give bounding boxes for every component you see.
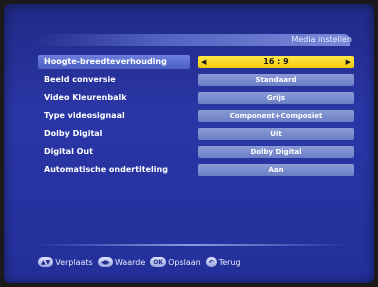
hint-back: ↶ Terug [205,257,241,267]
hint-move: ▲▼ Verplaats [38,257,93,267]
menu-label: Type videosignaal [44,111,125,120]
menu-label: Dolby Digital [44,129,103,138]
arrow-right-icon[interactable]: ▶ [346,56,351,68]
updown-key-icon: ▲▼ [38,257,54,267]
menu-label: Beeld conversie [44,75,116,84]
hint-save: OK Opslaan [150,257,201,267]
hint-label: Opslaan [168,257,201,267]
footer-divider [34,244,350,246]
menu-row-video-signal[interactable]: Type videosignaal Component+Composiet [38,109,354,123]
hint-label: Waarde [114,257,146,267]
return-key-icon: ↶ [205,257,217,267]
dolby-digital-value[interactable]: Uit [198,128,354,140]
arrow-left-icon[interactable]: ◀ [201,56,206,68]
leftright-key-icon: ◀▶ [97,257,113,267]
menu-row-picture-conversion[interactable]: Beeld conversie Standaard [38,73,354,87]
hint-value: ◀▶ Waarde [97,257,146,267]
ok-key-icon: OK [150,257,167,267]
picture-conversion-value[interactable]: Standaard [198,74,354,86]
menu-row-color-bar[interactable]: Video Kleurenbalk Grijs [38,91,354,105]
menu-row-digital-out[interactable]: Digital Out Dolby Digital [38,145,354,159]
hint-label: Terug [218,257,241,267]
menu-label: Video Kleurenbalk [44,93,127,102]
menu-label: Hoogte-breedteverhouding [38,55,190,69]
aspect-ratio-value[interactable]: ◀ 16 : 9 ▶ [198,56,354,68]
page-title: Media instellen [291,35,352,44]
color-bar-value[interactable]: Grijs [198,92,354,104]
footer-hints: ▲▼ Verplaats ◀▶ Waarde OK Opslaan ↶ Teru… [38,255,246,269]
tv-screen: Media instellen Hoogte-breedteverhouding… [4,4,374,283]
hint-label: Verplaats [55,257,93,267]
digital-out-value[interactable]: Dolby Digital [198,146,354,158]
menu-label: Digital Out [44,147,93,156]
video-signal-value[interactable]: Component+Composiet [198,110,354,122]
value-text: 16 : 9 [263,57,289,66]
menu-row-aspect-ratio[interactable]: Hoogte-breedteverhouding ◀ 16 : 9 ▶ [38,55,354,69]
auto-subtitles-value[interactable]: Aan [198,164,354,176]
menu-label: Automatische ondertiteling [44,165,168,174]
menu-row-auto-subtitles[interactable]: Automatische ondertiteling Aan [38,163,354,177]
menu-row-dolby-digital[interactable]: Dolby Digital Uit [38,127,354,141]
